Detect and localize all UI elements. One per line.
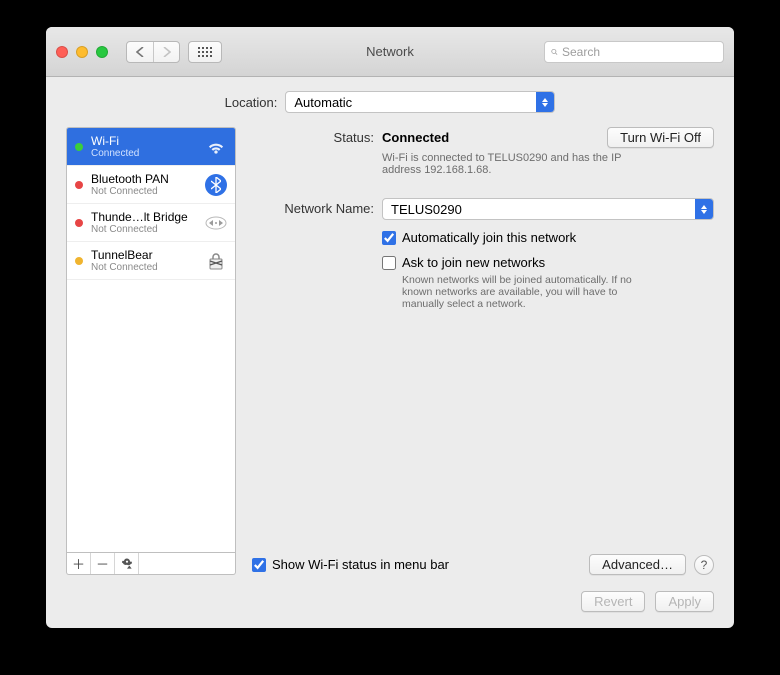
sidebar-item-status: Not Connected (91, 186, 197, 197)
help-button[interactable]: ? (694, 555, 714, 575)
status-dot (75, 181, 83, 189)
back-button[interactable] (127, 42, 153, 62)
search-field[interactable] (544, 41, 724, 63)
footer: Revert Apply (66, 575, 714, 612)
thunderbolt-bridge-icon (205, 212, 227, 234)
status-row: Status: Connected Turn Wi-Fi Off Wi-Fi i… (252, 127, 714, 176)
status-label: Status: (252, 127, 382, 176)
titlebar: Network (46, 27, 734, 77)
wifi-icon (205, 136, 227, 158)
sidebar-item-name: Thunde…lt Bridge (91, 210, 197, 224)
network-prefs-window: Network Location: Automatic Wi-Fi (46, 27, 734, 628)
detail-pane: Status: Connected Turn Wi-Fi Off Wi-Fi i… (252, 127, 714, 575)
auto-join-label: Automatically join this network (402, 230, 576, 245)
window-title: Network (366, 44, 414, 59)
interface-list[interactable]: Wi-Fi Connected Bluetooth PAN Not Connec… (66, 127, 236, 553)
forward-button[interactable] (153, 42, 179, 62)
sidebar-item-name: Bluetooth PAN (91, 172, 197, 186)
show-all-button[interactable] (188, 41, 222, 63)
location-popup[interactable]: Automatic (285, 91, 555, 113)
ask-join-label: Ask to join new networks (402, 255, 545, 270)
ask-join-hint: Known networks will be joined automatica… (402, 274, 652, 310)
minimize-icon[interactable] (76, 46, 88, 58)
auto-join-row: Automatically join this network (382, 230, 714, 245)
ask-join-checkbox[interactable] (382, 256, 396, 270)
window-controls (56, 46, 108, 58)
content: Location: Automatic Wi-Fi Connected (46, 77, 734, 628)
status-description: Wi-Fi is connected to TELUS0290 and has … (382, 152, 652, 176)
sidebar-item-thunderbolt-bridge[interactable]: Thunde…lt Bridge Not Connected (67, 204, 235, 242)
interface-actions-button[interactable] (115, 553, 139, 574)
nav-back-forward (126, 41, 180, 63)
sidebar-item-name: TunnelBear (91, 248, 197, 262)
chevron-updown-icon (536, 92, 554, 112)
grid-icon (198, 47, 212, 57)
remove-interface-button[interactable]: － (91, 553, 115, 574)
location-label: Location: (225, 95, 278, 110)
split-pane: Wi-Fi Connected Bluetooth PAN Not Connec… (66, 127, 714, 575)
apply-button[interactable]: Apply (655, 591, 714, 612)
vpn-lock-icon (205, 250, 227, 272)
show-menubar-label: Show Wi-Fi status in menu bar (272, 557, 449, 572)
show-menubar-row: Show Wi-Fi status in menu bar (252, 557, 581, 572)
sidebar-wrap: Wi-Fi Connected Bluetooth PAN Not Connec… (66, 127, 236, 575)
sidebar-item-status: Not Connected (91, 224, 197, 235)
network-name-value: TELUS0290 (391, 202, 462, 217)
detail-bottom-row: Show Wi-Fi status in menu bar Advanced… … (252, 554, 714, 575)
search-icon (551, 46, 558, 58)
status-dot (75, 143, 83, 151)
wifi-form: Status: Connected Turn Wi-Fi Off Wi-Fi i… (252, 127, 714, 548)
sidebar-item-status: Connected (91, 148, 197, 159)
search-input[interactable] (562, 45, 717, 59)
advanced-button[interactable]: Advanced… (589, 554, 686, 575)
sidebar-item-tunnelbear[interactable]: TunnelBear Not Connected (67, 242, 235, 280)
ask-join-row: Ask to join new networks (382, 255, 714, 270)
sidebar-item-bluetooth-pan[interactable]: Bluetooth PAN Not Connected (67, 166, 235, 204)
status-dot (75, 219, 83, 227)
status-value: Connected (382, 130, 449, 145)
close-icon[interactable] (56, 46, 68, 58)
status-dot (75, 257, 83, 265)
network-name-label: Network Name: (252, 198, 382, 310)
revert-button[interactable]: Revert (581, 591, 645, 612)
location-row: Location: Automatic (66, 91, 714, 113)
location-value: Automatic (294, 95, 352, 110)
sidebar-item-status: Not Connected (91, 262, 197, 273)
wifi-toggle-button[interactable]: Turn Wi-Fi Off (607, 127, 714, 148)
auto-join-checkbox[interactable] (382, 231, 396, 245)
show-menubar-checkbox[interactable] (252, 558, 266, 572)
sidebar-item-wifi[interactable]: Wi-Fi Connected (67, 128, 235, 166)
sidebar-item-name: Wi-Fi (91, 134, 197, 148)
sidebar-toolbar: ＋ － (66, 553, 236, 575)
network-name-popup[interactable]: TELUS0290 (382, 198, 714, 220)
bluetooth-icon (205, 174, 227, 196)
chevron-updown-icon (695, 199, 713, 219)
network-name-row: Network Name: TELUS0290 Automatically jo… (252, 198, 714, 310)
zoom-icon[interactable] (96, 46, 108, 58)
add-interface-button[interactable]: ＋ (67, 553, 91, 574)
